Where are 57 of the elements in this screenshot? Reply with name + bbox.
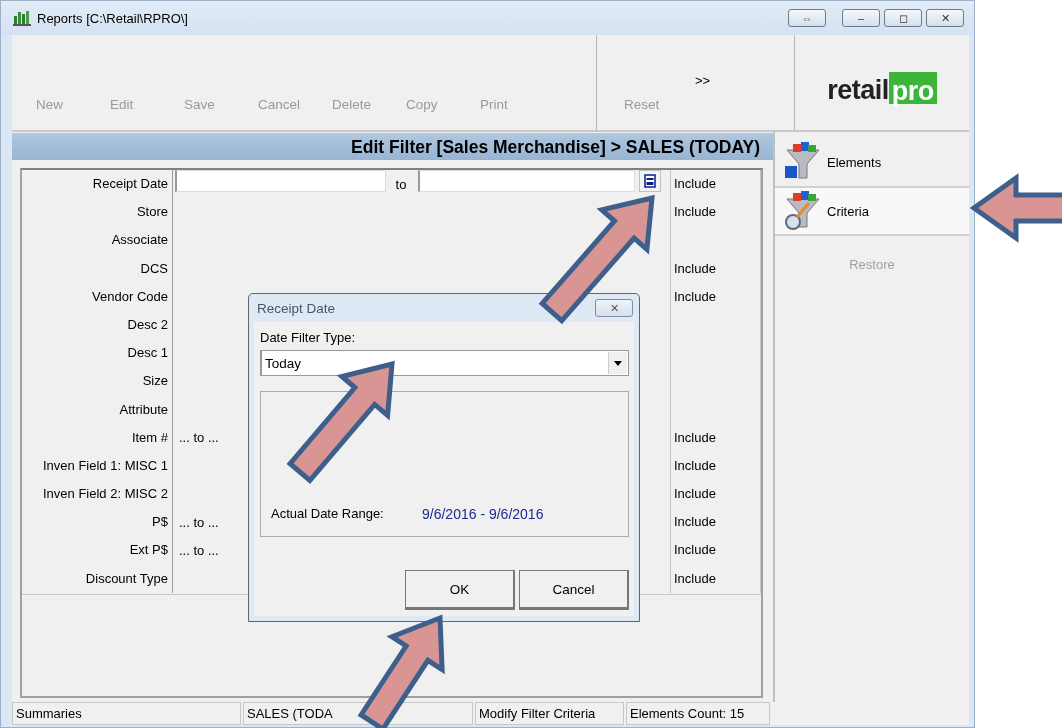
ok-button[interactable]: OK [405, 570, 515, 610]
date-range-value: 9/6/2016 - 9/6/2016 [422, 506, 544, 522]
include-label: Include [674, 176, 716, 191]
field-label: Ext P$ [22, 536, 173, 565]
include-label: Include [674, 542, 716, 558]
field-label: P$ [22, 508, 173, 537]
field-label: Store [22, 198, 173, 227]
field-label: Inven Field 1: MISC 1 [22, 451, 173, 481]
field-label: Desc 1 [22, 339, 173, 368]
range-value: ... to ... [178, 430, 219, 446]
funnel-icon [783, 191, 823, 231]
field-label: Receipt Date [22, 170, 173, 199]
restore-button[interactable]: ⇔ [788, 9, 826, 27]
range-value: ... to ... [178, 543, 219, 559]
dropdown[interactable]: Today [260, 350, 629, 376]
field-label: Associate [22, 226, 173, 255]
include-label: Include [674, 514, 716, 530]
include-label: Include [674, 288, 716, 304]
filter-header: Edit Filter [Sales Merchandise] > SALES (TODAY) [12, 133, 773, 160]
maximize-button[interactable]: ◻ [884, 9, 922, 27]
include-label: Include [674, 457, 716, 473]
cancel-button[interactable]: Cancel [519, 570, 629, 610]
include-label: Include [674, 486, 716, 502]
include-label: Include [674, 260, 716, 276]
minimize-button[interactable]: ‒ [842, 9, 880, 27]
field-label: Size [22, 367, 173, 396]
field-label: Vendor Code [22, 282, 173, 311]
date-field[interactable] [418, 170, 635, 192]
status-segment: Modify Filter Criteria [475, 702, 624, 725]
status-segment: Summaries [12, 702, 241, 725]
field-label: Date Filter Type: [260, 330, 357, 345]
more-button[interactable]: >> [695, 73, 711, 88]
field-label: DCS [22, 254, 173, 283]
field-label: Item # [22, 423, 173, 452]
to-label: to [394, 176, 408, 192]
field-label: Desc 2 [22, 310, 173, 340]
date-picker-button[interactable] [639, 170, 661, 192]
include-label: Include [674, 570, 716, 586]
window-title: Reports [C:\Retail\RPRO\] [37, 10, 189, 26]
brand-logo: retailpro [827, 61, 937, 104]
dialog-title: Receipt Date [257, 300, 336, 316]
range-label: Actual Date Range: [271, 506, 385, 522]
funnel-icon [783, 142, 823, 182]
range-value: ... to ... [178, 514, 219, 530]
field-label: Attribute [22, 395, 173, 424]
field-label: Discount Type [22, 564, 173, 593]
side-panel-item[interactable]: Elements [775, 138, 969, 186]
close-button[interactable]: ✕ [595, 299, 633, 317]
close-button[interactable]: ✕ [926, 9, 964, 27]
calendar-icon [644, 174, 656, 188]
include-label: Include [674, 429, 716, 445]
status-segment: Elements Count: 15 [626, 702, 770, 725]
include-label: Include [674, 204, 716, 220]
date-field[interactable] [175, 170, 386, 192]
side-panel-item[interactable]: Criteria [775, 186, 969, 236]
chart-icon [13, 10, 31, 26]
field-label: Inven Field 2: MISC 2 [22, 480, 173, 509]
